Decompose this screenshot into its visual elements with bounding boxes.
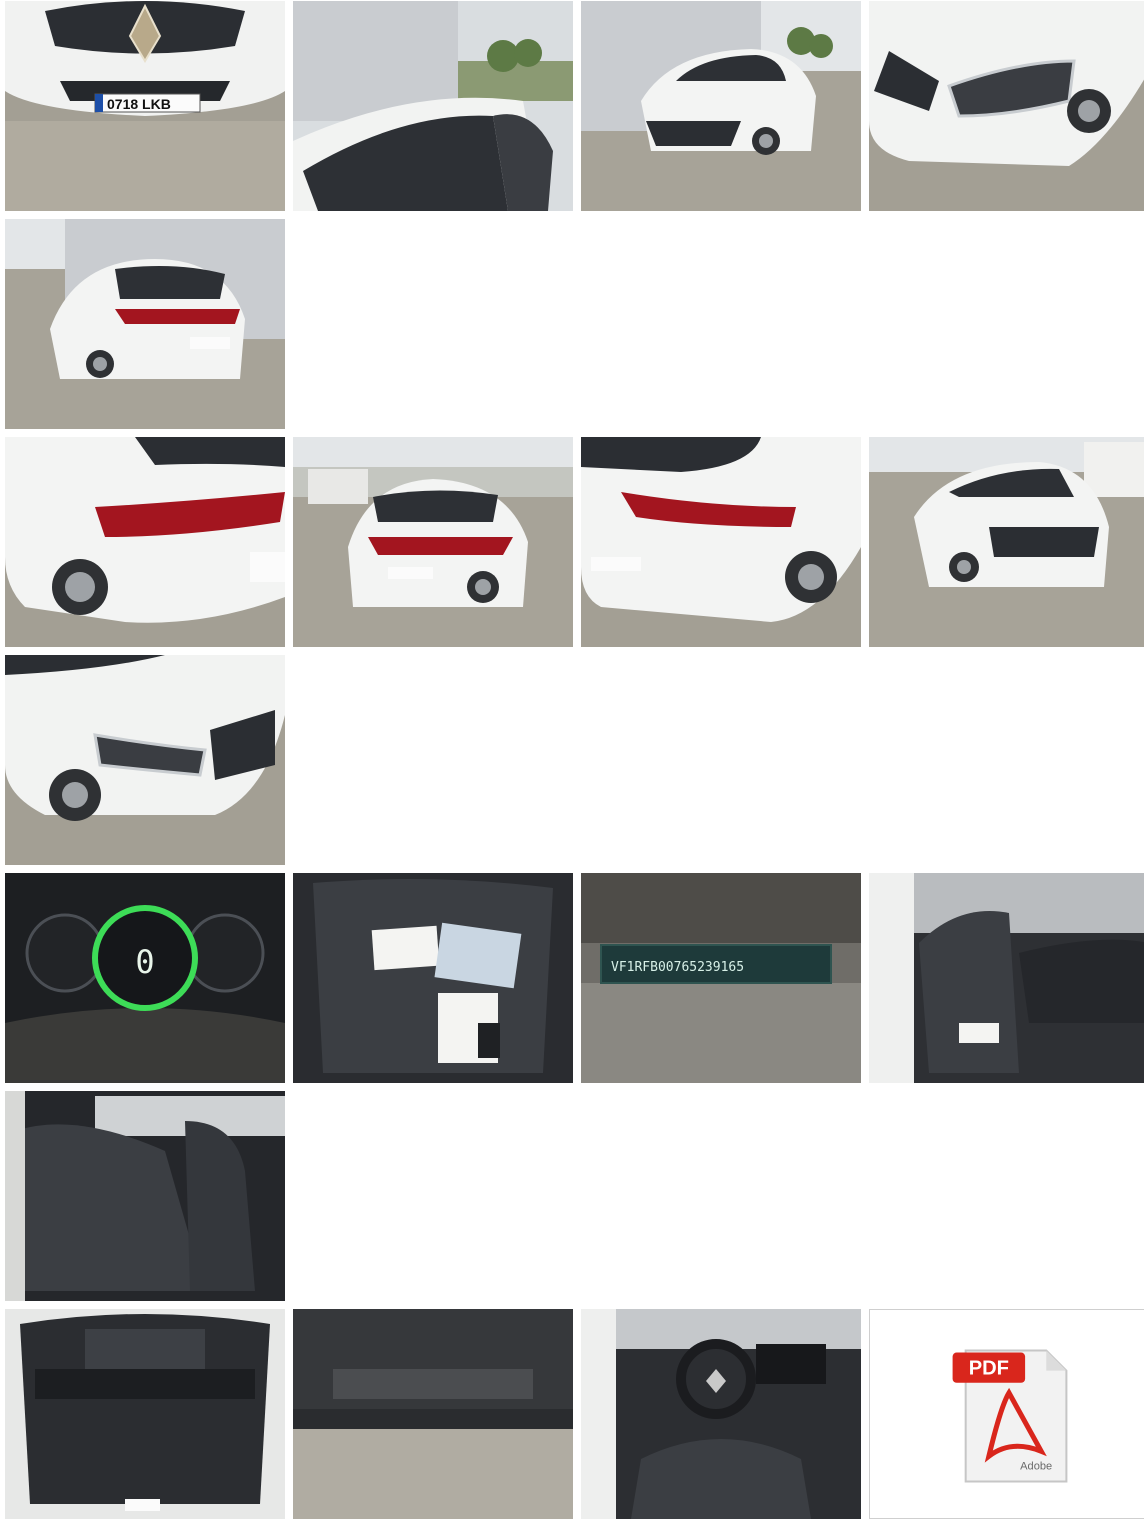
pdf-label: PDF — [969, 1358, 1009, 1380]
gallery-photo-10[interactable] — [5, 655, 285, 865]
trunk-photo — [5, 1309, 285, 1519]
dashboard-photo — [581, 1309, 861, 1519]
gallery-photo-12[interactable] — [293, 873, 573, 1083]
car-rear-light-closeup-photo — [5, 437, 285, 647]
car-headlight-closeup-photo — [869, 1, 1144, 211]
gallery-photo-7[interactable] — [293, 437, 573, 647]
underbody-photo — [293, 1309, 573, 1519]
seat-with-documents-photo — [293, 873, 573, 1083]
pdf-document-icon: PDF Adobe — [870, 1310, 1144, 1518]
rear-seats-photo — [5, 1091, 285, 1301]
car-front-grille-photo: 0718 LKB — [5, 1, 285, 211]
gallery-photo-14[interactable] — [869, 873, 1144, 1083]
gallery-photo-6[interactable] — [5, 437, 285, 647]
gallery-photo-3[interactable] — [581, 1, 861, 211]
car-windshield-photo — [293, 1, 573, 211]
adobe-label: Adobe — [1020, 1460, 1052, 1472]
instrument-cluster-photo: 0 — [5, 873, 285, 1083]
gallery-photo-15[interactable] — [5, 1091, 285, 1301]
gallery-photo-2[interactable] — [293, 1, 573, 211]
vin-plate-photo: VF1RFB00765239165 — [581, 873, 861, 1083]
car-rear-corner-photo — [581, 437, 861, 647]
gallery-photo-13[interactable]: VF1RFB00765239165 — [581, 873, 861, 1083]
gallery-photo-5[interactable] — [5, 219, 285, 429]
car-rear-three-quarter-photo — [5, 219, 285, 429]
car-rear-view-photo — [293, 437, 573, 647]
pdf-document-link[interactable]: PDF Adobe — [869, 1309, 1144, 1519]
photo-gallery: 0718 LKB 0 VF1RFB00765239165 PDF Adobe — [0, 0, 1144, 1519]
gallery-photo-11[interactable]: 0 — [5, 873, 285, 1083]
gauge-readout: 0 — [135, 943, 154, 981]
gallery-photo-18[interactable] — [581, 1309, 861, 1519]
car-front-three-quarter-photo — [581, 1, 861, 211]
car-front-left-corner-photo — [5, 655, 285, 865]
vin-text: VF1RFB00765239165 — [611, 960, 744, 975]
gallery-photo-17[interactable] — [293, 1309, 573, 1519]
gallery-photo-4[interactable] — [869, 1, 1144, 211]
front-interior-photo — [869, 873, 1144, 1083]
gallery-photo-9[interactable] — [869, 437, 1144, 647]
car-front-right-photo — [869, 437, 1144, 647]
gallery-photo-16[interactable] — [5, 1309, 285, 1519]
gallery-photo-8[interactable] — [581, 437, 861, 647]
plate-text: 0718 LKB — [107, 96, 171, 112]
gallery-photo-1[interactable]: 0718 LKB — [5, 1, 285, 211]
